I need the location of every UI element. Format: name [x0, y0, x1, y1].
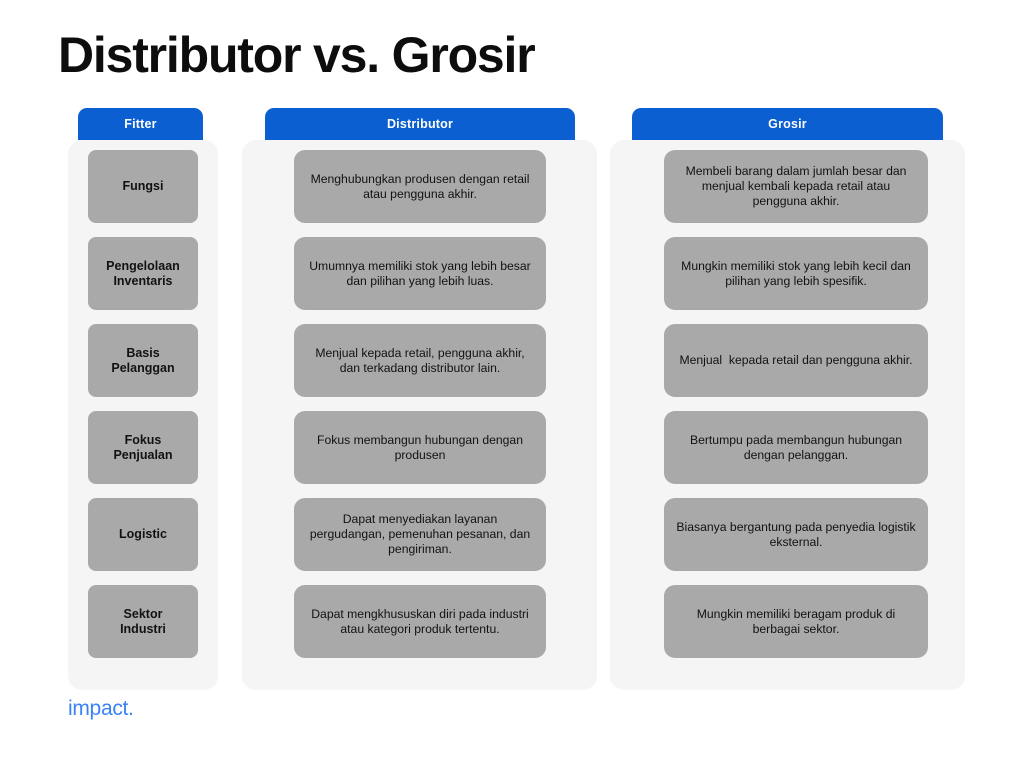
table-row[interactable]: Menjual kepada retail, pengguna akhir, d…	[294, 324, 546, 397]
cell-list-grosir: Membeli barang dalam jumlah besar dan me…	[610, 150, 965, 672]
impact-logo: impact.	[68, 697, 134, 720]
column-header-grosir[interactable]: Grosir	[632, 108, 943, 140]
table-row[interactable]: Mungkin memiliki beragam produk di berba…	[664, 585, 928, 658]
table-row[interactable]: Menjual kepada retail dan pengguna akhir…	[664, 324, 928, 397]
table-row[interactable]: Umumnya memiliki stok yang lebih besar d…	[294, 237, 546, 310]
table-row[interactable]: Basis Pelanggan	[88, 324, 198, 397]
table-row[interactable]: Fokus Penjualan	[88, 411, 198, 484]
table-row[interactable]: Sektor Industri	[88, 585, 198, 658]
table-row[interactable]: Biasanya bergantung pada penyedia logist…	[664, 498, 928, 571]
column-header-fitter[interactable]: Fitter	[78, 108, 203, 140]
table-row[interactable]: Membeli barang dalam jumlah besar dan me…	[664, 150, 928, 223]
table-row[interactable]: Logistic	[88, 498, 198, 571]
table-row[interactable]: Bertumpu pada membangun hubungan dengan …	[664, 411, 928, 484]
table-row[interactable]: Pengelolaan Inventaris	[88, 237, 198, 310]
table-row[interactable]: Fokus membangun hubungan dengan produsen	[294, 411, 546, 484]
table-row[interactable]: Menghubungkan produsen dengan retail ata…	[294, 150, 546, 223]
page-title: Distributor vs. Grosir	[58, 27, 536, 83]
comparison-board: Fitter Fungsi Pengelolaan Inventaris Bas…	[0, 108, 1024, 694]
table-row[interactable]: Dapat menyediakan layanan pergudangan, p…	[294, 498, 546, 571]
cell-list-fitter: Fungsi Pengelolaan Inventaris Basis Pela…	[68, 150, 218, 672]
column-header-distributor[interactable]: Distributor	[265, 108, 575, 140]
table-row[interactable]: Dapat mengkhususkan diri pada industri a…	[294, 585, 546, 658]
cell-list-distributor: Menghubungkan produsen dengan retail ata…	[242, 150, 597, 672]
table-row[interactable]: Mungkin memiliki stok yang lebih kecil d…	[664, 237, 928, 310]
table-row[interactable]: Fungsi	[88, 150, 198, 223]
